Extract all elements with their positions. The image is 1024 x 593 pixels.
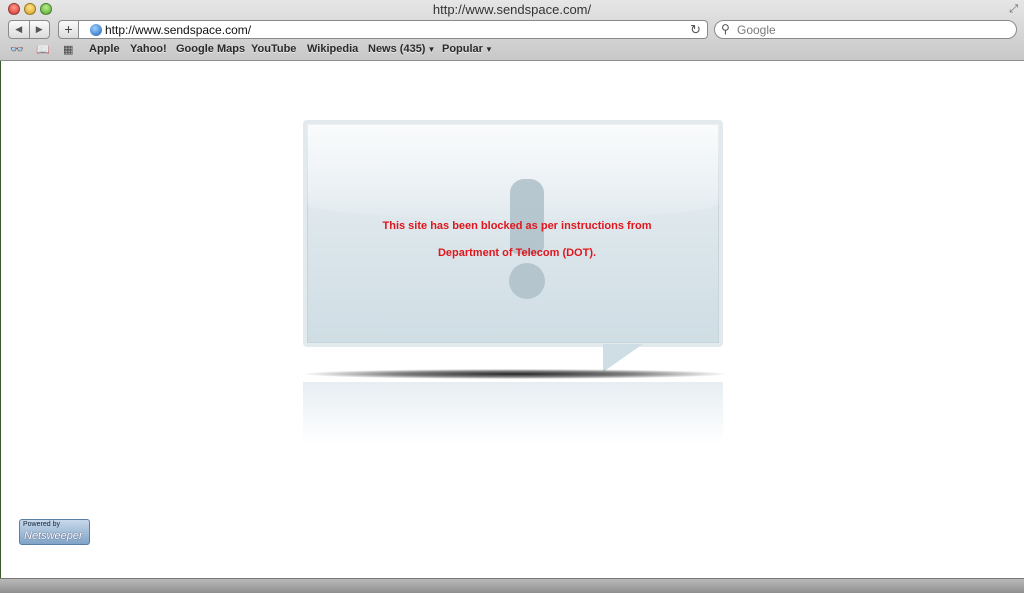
chevron-down-icon: ▼ [484,45,493,54]
exclamation-dot-icon [509,263,545,299]
navigation-row: ◀ ▶ + http://www.sendspace.com/ ↻ ⚲ [0,19,1024,41]
bookmark-google-maps[interactable]: Google Maps [176,43,245,55]
blocked-notice: This site has been blocked as per instru… [303,120,725,450]
top-sites-grid-icon[interactable]: ▦ [63,43,73,56]
blocked-message-line1: This site has been blocked as per instru… [382,220,652,232]
back-forward-group: ◀ ▶ [8,20,50,39]
bookmark-youtube[interactable]: YouTube [251,43,296,55]
reload-icon[interactable]: ↻ [690,22,701,38]
bubble-reflection [303,382,723,444]
bookmark-apple[interactable]: Apple [89,43,120,55]
powered-by-label: Powered by [23,521,60,528]
page-content: This site has been blocked as per instru… [0,61,1024,578]
globe-icon [90,24,102,36]
title-bar: http://www.sendspace.com/ ⤢ [0,0,1024,18]
netsweeper-badge[interactable]: Powered by Netsweeper [19,519,90,545]
chevron-down-icon: ▼ [427,45,436,54]
blocked-message-line2: Department of Telecom (DOT). [437,247,597,259]
address-bar[interactable]: http://www.sendspace.com/ ↻ [78,20,708,39]
add-bookmark-button[interactable]: + [58,20,78,39]
bubble-shadow [305,369,725,379]
bookmark-popular-label: Popular [442,43,483,55]
bookmark-news-label: News (435) [368,43,426,55]
fullscreen-icon[interactable]: ⤢ [1009,3,1018,16]
browser-toolbar: http://www.sendspace.com/ ⤢ ◀ ▶ + http:/… [0,0,1024,61]
bookmarks-book-icon[interactable]: 📖 [36,43,50,56]
browser-window: http://www.sendspace.com/ ⤢ ◀ ▶ + http:/… [0,0,1024,593]
bookmark-yahoo[interactable]: Yahoo! [130,43,167,55]
bookmark-popular-folder[interactable]: Popular ▼ [442,43,493,55]
speech-bubble: This site has been blocked as per instru… [303,120,723,347]
status-bar [0,578,1024,593]
window-title: http://www.sendspace.com/ [432,2,592,17]
url-text[interactable]: http://www.sendspace.com/ [105,23,251,37]
speech-bubble-tail [603,344,643,372]
bookmarks-bar: 👓 📖 ▦ Apple Yahoo! Google Maps YouTube W… [0,41,1024,60]
bookmark-wikipedia[interactable]: Wikipedia [307,43,358,55]
search-input[interactable] [737,22,1007,37]
exclamation-icon [510,179,544,254]
search-icon[interactable]: ⚲ [721,22,730,36]
bookmark-news-folder[interactable]: News (435) ▼ [368,43,435,55]
search-bar[interactable]: ⚲ [714,20,1017,39]
netsweeper-logo: Netsweeper [24,530,83,542]
back-button[interactable]: ◀ [9,21,30,38]
reading-list-icon[interactable]: 👓 [10,43,24,56]
forward-button[interactable]: ▶ [30,21,50,38]
